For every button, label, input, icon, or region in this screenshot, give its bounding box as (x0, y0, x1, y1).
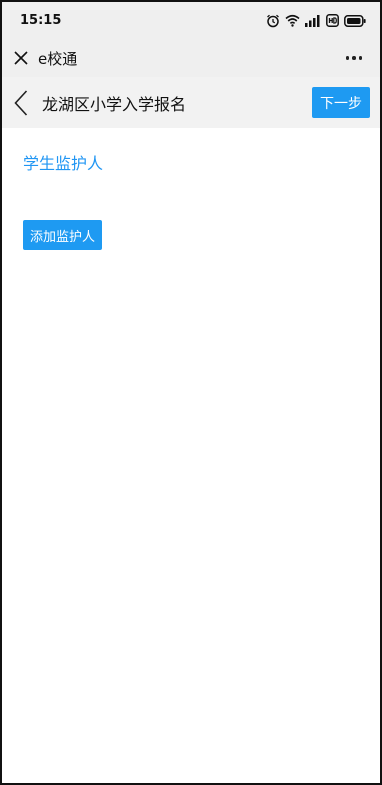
page-title: 龙湖区小学入学报名 (42, 94, 187, 114)
signal-icon (305, 14, 321, 27)
app-bar: e校通 (2, 39, 380, 77)
app-bar-left: e校通 (14, 48, 77, 69)
status-bar: 15:15 (2, 2, 380, 39)
status-time: 15:15 (20, 13, 62, 28)
chevron-left-icon[interactable] (14, 89, 28, 116)
hd-icon (326, 14, 339, 27)
main-content: 学生监护人 添加监护人 (2, 128, 380, 272)
next-step-button[interactable]: 下一步 (312, 87, 370, 118)
battery-icon (344, 14, 366, 27)
page-nav-left: 龙湖区小学入学报名 (14, 89, 187, 116)
app-title: e校通 (38, 49, 78, 68)
status-icons (266, 14, 366, 28)
wifi-icon (285, 14, 300, 27)
alarm-icon (266, 14, 280, 28)
phone-frame: 15:15 e校通 龙湖区小学入学报名 下一步 学生监护人 添加监护人 (0, 0, 382, 785)
add-guardian-button[interactable]: 添加监护人 (23, 220, 103, 250)
more-icon[interactable] (345, 50, 362, 66)
section-heading: 学生监护人 (23, 154, 104, 173)
close-icon[interactable] (14, 51, 28, 65)
page-nav: 龙湖区小学入学报名 下一步 (2, 77, 380, 128)
